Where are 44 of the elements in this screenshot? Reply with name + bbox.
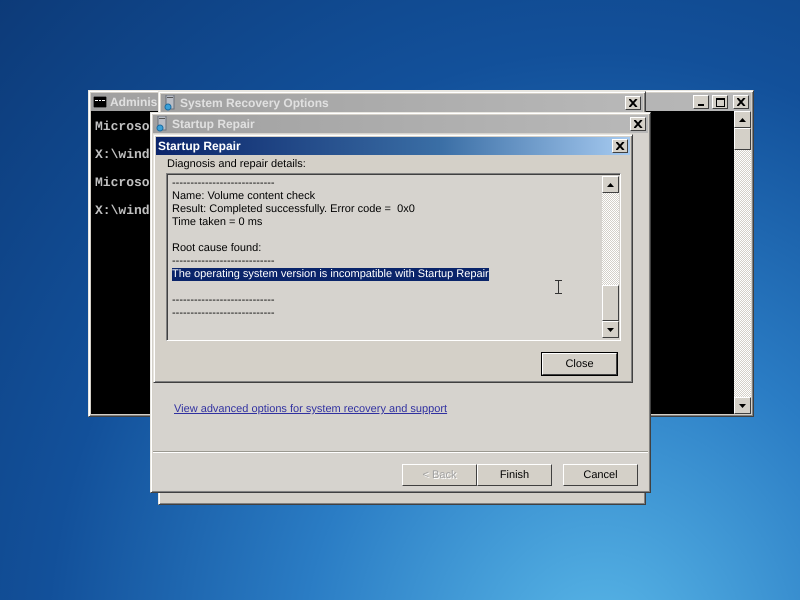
scrollbar[interactable] xyxy=(602,176,619,338)
scroll-thumb[interactable] xyxy=(734,128,751,150)
computer-tower-icon xyxy=(163,95,177,111)
close-icon xyxy=(634,120,642,128)
up-arrow-icon xyxy=(607,182,614,186)
up-arrow-icon xyxy=(739,118,746,122)
close-button[interactable] xyxy=(612,139,628,153)
details-line: Root cause found: xyxy=(172,242,262,255)
close-icon xyxy=(616,142,624,150)
details-line: ---------------------------- xyxy=(172,294,275,307)
window-title: Startup Repair xyxy=(158,139,241,153)
scroll-down-button[interactable] xyxy=(602,321,619,338)
close-icon xyxy=(628,99,638,107)
down-arrow-icon xyxy=(607,328,614,332)
scroll-up-button[interactable] xyxy=(602,176,619,193)
details-line: ---------------------------- xyxy=(172,255,275,268)
console-line: Microso xyxy=(95,174,150,192)
console-icon xyxy=(93,96,107,108)
scroll-thumb[interactable] xyxy=(602,285,619,321)
details-line: ---------------------------- xyxy=(172,177,275,190)
details-line: Time taken = 0 ms xyxy=(172,216,262,229)
window-title: System Recovery Options xyxy=(180,96,329,110)
details-line: Name: Volume content check xyxy=(172,190,316,203)
details-line: ---------------------------- xyxy=(172,307,275,320)
advanced-options-link[interactable]: View advanced options for system recovery and support xyxy=(174,403,448,415)
window-title: Adminis xyxy=(110,95,158,109)
close-icon xyxy=(736,98,746,106)
computer-tower-icon xyxy=(155,116,169,132)
scrollbar[interactable] xyxy=(734,111,751,414)
details-text-area[interactable] xyxy=(166,173,621,341)
down-arrow-icon xyxy=(739,404,746,408)
wizard-button[interactable]: Finish xyxy=(477,464,552,486)
console-line: X:\wind xyxy=(95,146,150,164)
text-cursor-icon xyxy=(555,280,562,294)
scroll-down-button[interactable] xyxy=(734,397,751,414)
maximize-icon xyxy=(716,98,724,106)
wizard-button[interactable]: Cancel xyxy=(563,464,638,486)
window-title: Startup Repair xyxy=(172,117,255,131)
scroll-up-button[interactable] xyxy=(734,111,751,128)
console-line: X:\wind xyxy=(95,202,150,220)
close-button[interactable]: Close xyxy=(542,353,617,375)
console-line: Microso xyxy=(95,118,150,136)
details-label: Diagnosis and repair details: xyxy=(167,158,307,170)
details-line: Result: Completed successfully. Error code = 0x0 xyxy=(172,203,415,216)
